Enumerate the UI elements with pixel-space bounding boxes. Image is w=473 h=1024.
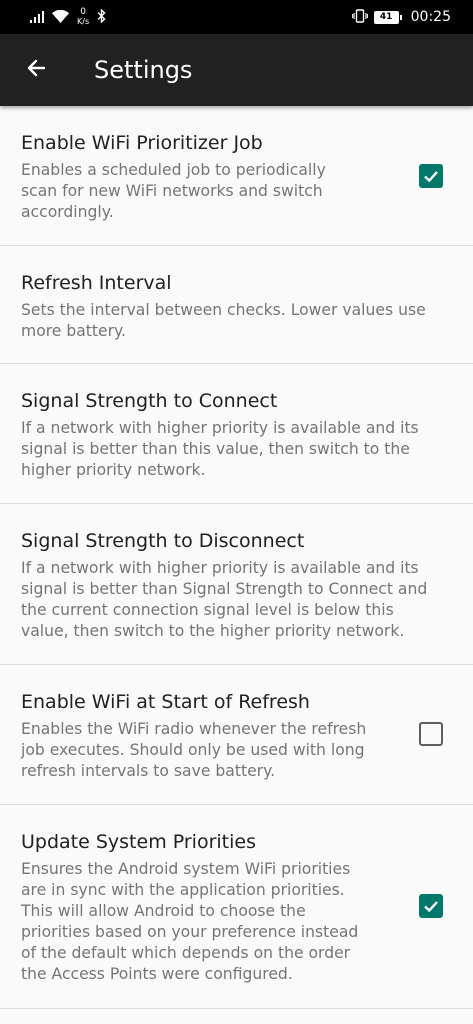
summary-line: higher priority network. [21, 461, 206, 479]
setting-summary: Enables the WiFi radio whenever the refr… [21, 719, 366, 782]
setting-summary: Ensures the Android system WiFi prioriti… [21, 859, 358, 985]
setting-refresh-interval[interactable]: Refresh Interval Sets the interval betwe… [0, 246, 473, 364]
enable-wifi-start-checkbox[interactable] [419, 722, 443, 746]
page-title: Settings [94, 56, 193, 84]
summary-line: Enables a scheduled job to periodically [21, 161, 326, 179]
battery-icon: 41 [373, 10, 402, 24]
summary-line: accordingly. [21, 203, 114, 221]
enable-job-checkbox[interactable] [419, 164, 443, 188]
summary-line: Sets the interval between checks. Lower … [21, 301, 426, 319]
setting-title: Signal Strength to Connect [21, 390, 278, 412]
setting-title: Enable WiFi at Start of Refresh [21, 691, 310, 713]
setting-enable-wifi-prioritizer-job[interactable]: Enable WiFi Prioritizer Job Enables a sc… [0, 106, 473, 246]
net-speed-value: 0 [80, 7, 86, 17]
clock: 00:25 [410, 9, 451, 25]
net-speed-unit: K/s [77, 17, 90, 26]
arrow-back-icon [24, 56, 48, 84]
summary-line: refresh intervals to save battery. [21, 762, 276, 780]
bluetooth-icon [97, 7, 106, 27]
setting-update-system-priorities[interactable]: Update System Priorities Ensures the And… [0, 805, 473, 1009]
setting-text: Signal Strength to Disconnect If a netwo… [21, 529, 427, 642]
setting-title: Signal Strength to Disconnect [21, 530, 305, 552]
setting-text: Update System Priorities Ensures the And… [21, 830, 358, 985]
status-right: 41 00:25 [351, 5, 451, 29]
setting-signal-strength-connect[interactable]: Signal Strength to Connect If a network … [0, 364, 473, 504]
summary-line: signal is better than Signal Strength to… [21, 580, 428, 598]
signal-icon [30, 8, 46, 27]
summary-line: If a network with higher priority is ava… [21, 419, 419, 437]
setting-text: Refresh Interval Sets the interval betwe… [21, 271, 426, 342]
summary-line: scan for new WiFi networks and switch [21, 182, 323, 200]
summary-line: signal is better than this value, then s… [21, 440, 410, 458]
setting-signal-strength-disconnect[interactable]: Signal Strength to Disconnect If a netwo… [0, 504, 473, 665]
net-speed: 0 K/s [77, 7, 89, 27]
back-button[interactable] [16, 52, 56, 88]
setting-text: Enable WiFi Prioritizer Job Enables a sc… [21, 131, 326, 223]
summary-line: This will allow Android to choose the [21, 902, 306, 920]
setting-title: Update System Priorities [21, 831, 256, 853]
summary-line: are in sync with the application priorit… [21, 881, 345, 899]
setting-title: Enable WiFi Prioritizer Job [21, 132, 263, 154]
summary-line: the Access Points were configured. [21, 965, 293, 983]
summary-line: more battery. [21, 322, 126, 340]
vibrate-icon [351, 8, 368, 27]
wifi-icon [52, 8, 69, 27]
summary-line: priorities based on your preference inst… [21, 923, 359, 941]
setting-text: Signal Strength to Connect If a network … [21, 389, 419, 481]
summary-line: If a network with higher priority is ava… [21, 559, 419, 577]
status-bar: 0 K/s 41 00:25 [0, 0, 473, 34]
setting-summary: Sets the interval between checks. Lower … [21, 300, 426, 342]
summary-line: Enables the WiFi radio whenever the refr… [21, 720, 367, 738]
summary-line: the current connection signal level is b… [21, 601, 394, 619]
setting-enable-wifi-at-start[interactable]: Enable WiFi at Start of Refresh Enables … [0, 665, 473, 805]
setting-summary: Enables a scheduled job to periodically … [21, 160, 326, 223]
summary-line: of the default which depends on the orde… [21, 944, 351, 962]
summary-line: Ensures the Android system WiFi prioriti… [21, 860, 351, 878]
update-priorities-checkbox[interactable] [419, 894, 443, 918]
summary-line: value, then switch to the higher priorit… [21, 622, 405, 640]
setting-summary: If a network with higher priority is ava… [21, 418, 419, 481]
setting-text: Enable WiFi at Start of Refresh Enables … [21, 690, 366, 782]
summary-line: job executes. Should only be used with l… [21, 741, 365, 759]
setting-title: Refresh Interval [21, 272, 172, 294]
status-left: 0 K/s [30, 5, 106, 29]
app-bar: Settings [0, 34, 473, 106]
setting-summary: If a network with higher priority is ava… [21, 558, 427, 642]
settings-list: Enable WiFi Prioritizer Job Enables a sc… [0, 106, 473, 1009]
